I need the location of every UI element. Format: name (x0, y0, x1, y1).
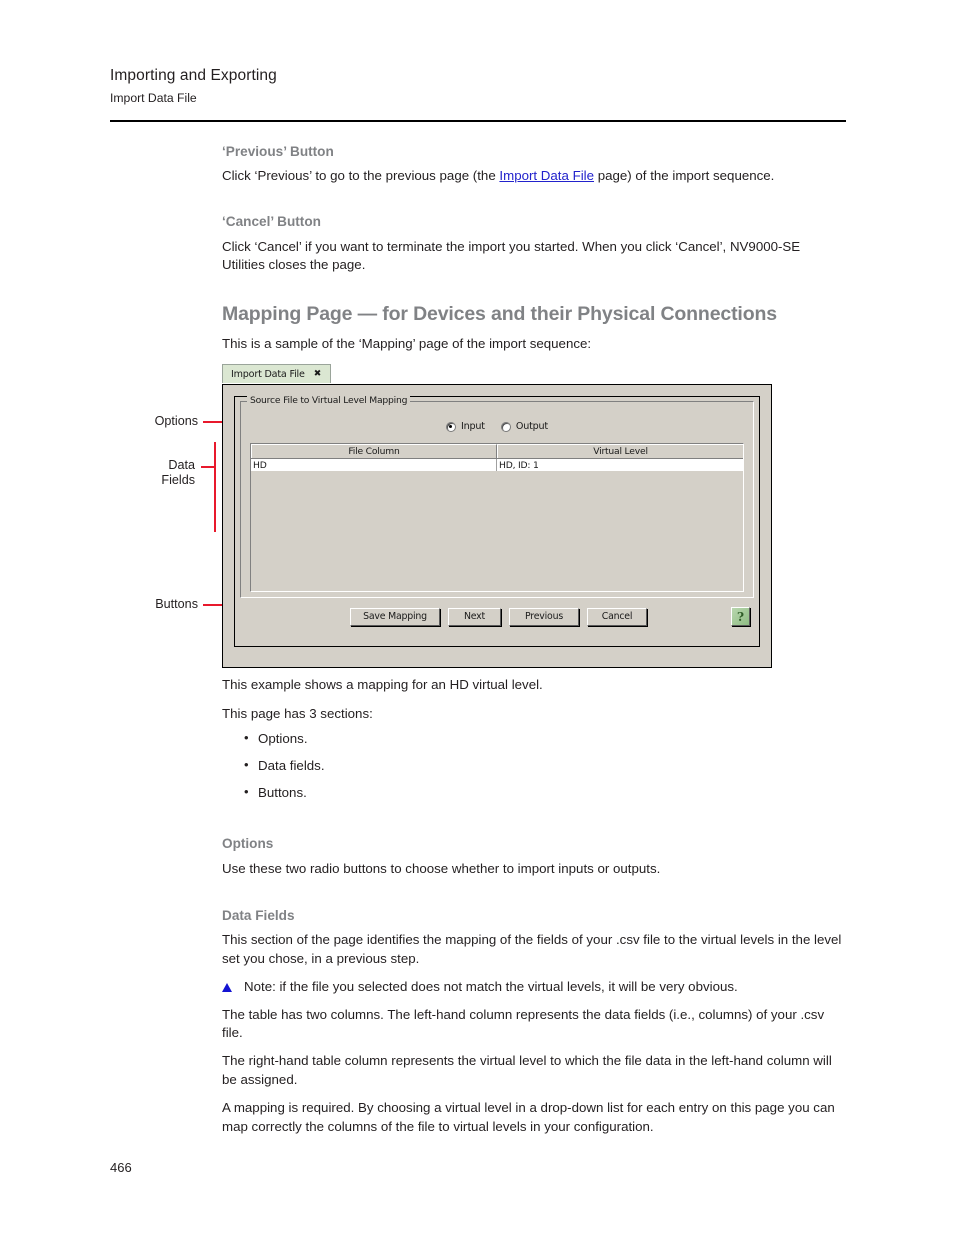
content-column: ‘Previous’ Button Click ‘Previous’ to go… (222, 144, 846, 360)
callout-data-fields-tick (201, 466, 215, 468)
close-icon[interactable]: ✖ (314, 369, 322, 379)
table-header-file-column[interactable]: File Column (251, 444, 497, 458)
radio-output-label: Output (515, 421, 548, 432)
tab-label: Import Data File (231, 368, 305, 380)
previous-button-paragraph: Click ‘Previous’ to go to the previous p… (222, 167, 846, 186)
mapping-page-heading: Mapping Page — for Devices and their Phy… (222, 303, 777, 326)
list-item: Data fields. (244, 756, 846, 776)
data-fields-paragraph-3: The right-hand table column represents t… (222, 1053, 832, 1088)
note-callout: Note: if the file you selected does not … (222, 978, 846, 997)
mapping-page-screenshot: Import Data File ✖ Source File to Virtua… (222, 364, 772, 668)
sections-intro: This page has 3 sections: (222, 705, 373, 721)
data-fields-paragraph-1: This section of the page identifies the … (222, 931, 842, 966)
radio-input[interactable]: Input (446, 421, 485, 432)
tab-strip: Import Data File ✖ (222, 364, 772, 384)
previous-text-after: page) of the import sequence. (594, 168, 775, 184)
save-mapping-button[interactable]: Save Mapping (350, 607, 440, 626)
callout-data-fields-bracket (214, 442, 216, 532)
cancel-button-heading: ‘Cancel’ Button (222, 214, 321, 230)
data-fields-paragraph-2: The table has two columns. The left-hand… (222, 1006, 825, 1041)
table-empty-area (251, 471, 743, 591)
cancel-button-paragraph: Click ‘Cancel’ if you want to terminate … (222, 238, 801, 273)
data-fields-heading: Data Fields (222, 907, 295, 923)
example-description: This example shows a mapping for an HD v… (222, 677, 543, 692)
table-header-virtual-level[interactable]: Virtual Level (497, 444, 743, 458)
previous-button[interactable]: Previous (509, 607, 579, 626)
radio-output-dot-icon[interactable] (500, 421, 511, 432)
dialog-button-row: Save Mapping Next Previous Cancel ? (240, 607, 754, 626)
data-fields-paragraph-4: A mapping is required. By choosing a vir… (222, 1100, 835, 1134)
callout-data-fields-label-line2: Fields (161, 473, 195, 487)
header-title: Importing and Exporting (110, 67, 277, 84)
options-paragraph: Use these two radio buttons to choose wh… (222, 860, 661, 876)
content-column-lower: This example shows a mapping for an HD v… (222, 676, 846, 1143)
page-number: 466 (110, 1160, 132, 1175)
header-subtitle: Import Data File (110, 91, 197, 106)
mapping-table[interactable]: File Column Virtual Level HD HD, ID: 1 (250, 443, 744, 592)
group-title: Source File to Virtual Level Mapping (247, 395, 411, 406)
list-item: Options. (244, 729, 846, 749)
source-file-mapping-group: Source File to Virtual Level Mapping Inp… (240, 395, 754, 598)
table-header-row: File Column Virtual Level (251, 444, 743, 459)
next-button[interactable]: Next (448, 607, 501, 626)
callout-options-label: Options (154, 414, 198, 428)
running-header: Importing and Exporting Import Data File (110, 66, 846, 107)
radio-input-label: Input (461, 421, 485, 432)
options-heading: Options (222, 836, 274, 852)
tab-import-data-file[interactable]: Import Data File ✖ (222, 364, 332, 383)
import-data-file-link[interactable]: Import Data File (499, 168, 594, 183)
list-item: Buttons. (244, 783, 846, 803)
sections-bullet-list: Options. Data fields. Buttons. (222, 729, 846, 803)
callout-buttons-label: Buttons (155, 597, 198, 611)
header-rule (110, 120, 846, 122)
previous-button-heading: ‘Previous’ Button (222, 144, 334, 159)
note-triangle-icon (222, 982, 232, 992)
cancel-button[interactable]: Cancel (587, 607, 647, 626)
help-icon[interactable]: ? (731, 607, 750, 626)
note-text: Note: if the file you selected does not … (244, 978, 738, 994)
mapping-page-intro: This is a sample of the ‘Mapping’ page o… (222, 335, 592, 351)
direction-radio-group: Input Output (241, 421, 753, 432)
radio-input-dot-icon[interactable] (446, 421, 456, 432)
dialog-window: Source File to Virtual Level Mapping Inp… (222, 384, 772, 668)
dialog-panel: Source File to Virtual Level Mapping Inp… (234, 395, 760, 647)
callout-data-fields-label-line1: Data (168, 458, 195, 472)
radio-output[interactable]: Output (500, 421, 548, 432)
previous-text-before: Click ‘Previous’ to go to the previous p… (222, 168, 500, 184)
